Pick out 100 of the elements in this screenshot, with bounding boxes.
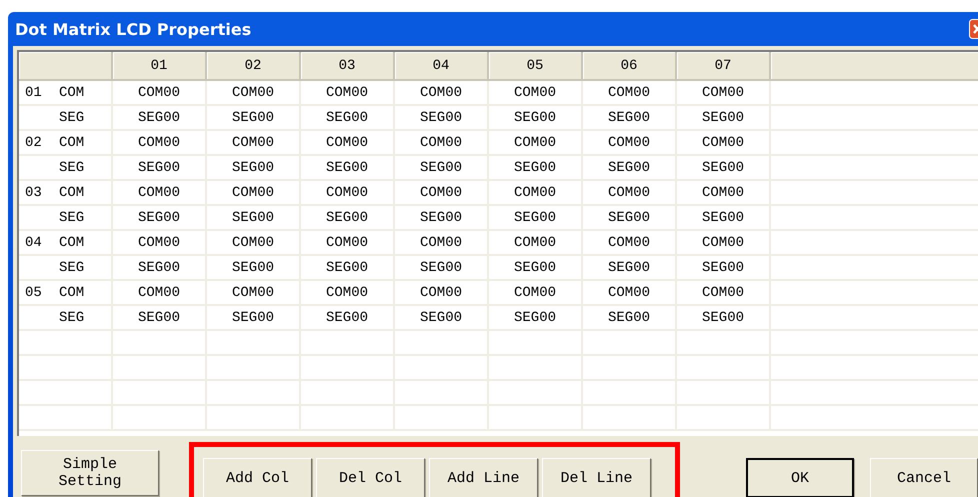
row-index: 03 — [25, 184, 43, 200]
table-cell: COM00 — [420, 284, 462, 300]
edit-button[interactable]: Add Col — [203, 458, 312, 497]
row-type: SEG — [59, 310, 84, 326]
column-header[interactable]: 02 — [207, 52, 301, 81]
table-cell: COM00 — [608, 234, 650, 250]
table-cell: SEG00 — [232, 110, 274, 126]
table-cell: SEG00 — [608, 260, 650, 276]
table-cell: COM00 — [138, 284, 180, 300]
table-cell: SEG00 — [138, 310, 180, 326]
table-cell: SEG00 — [608, 160, 650, 176]
row-type: COM — [59, 284, 84, 300]
row-index: 04 — [25, 234, 43, 250]
table-cell: SEG00 — [326, 110, 368, 126]
edit-button[interactable]: Del Line — [542, 458, 651, 497]
table-cell: SEG00 — [608, 110, 650, 126]
row-type: COM — [59, 134, 84, 150]
table-cell: SEG00 — [138, 110, 180, 126]
table-cell: SEG00 — [514, 160, 556, 176]
table-cell: COM00 — [514, 234, 556, 250]
table-cell: COM00 — [232, 234, 274, 250]
table-cell: COM00 — [420, 84, 462, 100]
row-type: SEG — [59, 110, 84, 126]
simple-setting-button[interactable]: Simple Setting — [21, 450, 159, 496]
column-header[interactable]: 05 — [489, 52, 583, 81]
row-type: SEG — [59, 260, 84, 276]
table-cell: COM00 — [232, 134, 274, 150]
table-cell: COM00 — [608, 84, 650, 100]
table-cell: SEG00 — [138, 160, 180, 176]
column-header[interactable]: 07 — [677, 52, 771, 81]
column-header[interactable]: 03 — [301, 52, 395, 81]
row-index: 05 — [25, 284, 43, 300]
table-cell: COM00 — [420, 134, 462, 150]
table-cell: SEG00 — [326, 310, 368, 326]
column-header[interactable]: 06 — [583, 52, 677, 81]
table-cell: SEG00 — [514, 110, 556, 126]
row-type: COM — [59, 234, 84, 250]
table-cell: COM00 — [514, 134, 556, 150]
table-cell: SEG00 — [138, 260, 180, 276]
column-header[interactable]: 04 — [395, 52, 489, 81]
row-index: 01 — [25, 84, 43, 100]
table-cell: SEG00 — [326, 210, 368, 226]
table-cell: COM00 — [232, 84, 274, 100]
table-cell: COM00 — [138, 184, 180, 200]
table-cell: COM00 — [702, 284, 744, 300]
table-cell: COM00 — [138, 234, 180, 250]
table-cell: SEG00 — [514, 260, 556, 276]
row-type: SEG — [59, 210, 84, 226]
row-type: COM — [59, 84, 84, 100]
table-cell: COM00 — [232, 284, 274, 300]
table-cell: SEG00 — [232, 210, 274, 226]
table-cell: COM00 — [420, 234, 462, 250]
table-cell: SEG00 — [514, 310, 556, 326]
table-cell: COM00 — [608, 184, 650, 200]
table-cell: COM00 — [514, 284, 556, 300]
table-cell: SEG00 — [232, 160, 274, 176]
table-cell: SEG00 — [702, 210, 744, 226]
table-cell: SEG00 — [702, 110, 744, 126]
table-cell: SEG00 — [702, 260, 744, 276]
table-cell: COM00 — [514, 84, 556, 100]
table-cell: SEG00 — [326, 160, 368, 176]
table-cell: COM00 — [420, 184, 462, 200]
table-cell: SEG00 — [608, 310, 650, 326]
table-cell: COM00 — [702, 184, 744, 200]
table-cell: SEG00 — [702, 160, 744, 176]
table-cell: SEG00 — [326, 260, 368, 276]
table-cell: COM00 — [138, 84, 180, 100]
table-cell: COM00 — [702, 84, 744, 100]
column-header[interactable]: 01 — [113, 52, 207, 81]
table-cell: SEG00 — [702, 310, 744, 326]
dialog-button[interactable]: OK — [746, 458, 854, 497]
table-cell: COM00 — [326, 234, 368, 250]
edit-button[interactable]: Del Col — [316, 458, 425, 497]
table-cell: COM00 — [608, 134, 650, 150]
table-cell: COM00 — [608, 284, 650, 300]
table-cell: COM00 — [702, 134, 744, 150]
table-cell: SEG00 — [420, 260, 462, 276]
table-cell: COM00 — [232, 184, 274, 200]
table-cell: COM00 — [326, 184, 368, 200]
table-cell: SEG00 — [420, 310, 462, 326]
table-cell: SEG00 — [420, 210, 462, 226]
edit-button[interactable]: Add Line — [429, 458, 538, 497]
table-cell: SEG00 — [232, 310, 274, 326]
table-cell: SEG00 — [420, 160, 462, 176]
table-cell: SEG00 — [608, 210, 650, 226]
dialog-button[interactable]: Cancel — [870, 458, 978, 497]
table-cell: COM00 — [138, 134, 180, 150]
table-cell: COM00 — [326, 284, 368, 300]
table-cell: SEG00 — [420, 110, 462, 126]
table-cell: SEG00 — [514, 210, 556, 226]
window-title: Dot Matrix LCD Properties — [15, 20, 252, 38]
row-type: COM — [59, 184, 84, 200]
table-cell: COM00 — [702, 234, 744, 250]
table-cell: SEG00 — [138, 210, 180, 226]
table-cell: SEG00 — [232, 260, 274, 276]
row-type: SEG — [59, 160, 84, 176]
table-cell: COM00 — [326, 84, 368, 100]
table-cell: COM00 — [326, 134, 368, 150]
row-index: 02 — [25, 134, 43, 150]
table-cell: COM00 — [514, 184, 556, 200]
